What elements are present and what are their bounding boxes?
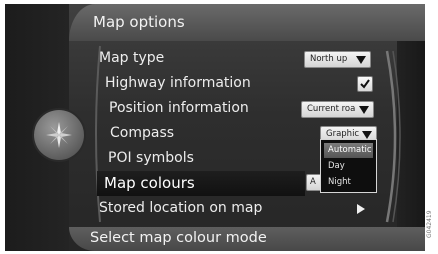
scrollbar[interactable] [383,49,407,224]
triangle-down-icon [359,106,369,114]
dropdown-value: Current roa [307,104,356,114]
menu-item-label: POI symbols [108,150,194,166]
footer-help-text: Select map colour mode [90,230,267,246]
menu-item-label: Map colours [104,174,195,192]
option-day[interactable]: Day [324,159,373,174]
menu-item-map-type[interactable]: Map type North up [91,47,381,71]
menu-item-map-colours[interactable]: Map colours [97,171,305,196]
triangle-down-icon [356,56,366,64]
dropdown-value: Graphic [326,129,360,139]
option-night[interactable]: Night [324,175,373,190]
map-colour-options-list: Automatic Day Night [320,139,377,193]
checkmark-icon [360,79,370,89]
option-label: Day [328,161,345,171]
menu-item-label: Highway information [105,75,251,91]
option-automatic[interactable]: Automatic [324,143,373,158]
dropdown-value: North up [310,54,348,64]
option-label: Automatic [328,145,372,155]
compass-badge [34,110,84,160]
menu-item-label: Compass [110,125,175,141]
dropdown-value: A [310,177,316,187]
menu-item-position-information[interactable]: Position information Current roa [91,97,381,121]
highway-information-checkbox[interactable] [357,76,373,92]
map-type-dropdown[interactable]: North up [304,51,371,68]
page-title: Map options [93,13,185,31]
menu-item-stored-location-on-map[interactable]: Stored location on map [91,197,381,221]
option-label: Night [328,177,351,187]
triangle-down-icon [362,131,372,139]
footer-bar: Select map colour mode [69,227,425,251]
menu-item-label: Position information [109,100,249,116]
header-bar: Map options [69,4,425,41]
image-code: G042419 [426,210,433,238]
menu-item-poi-symbols[interactable]: POI symbols [91,147,311,171]
arrow-right-icon [357,204,365,214]
menu-item-highway-information[interactable]: Highway information [91,72,381,96]
menu-item-label: Map type [99,50,165,66]
compass-rose-icon [46,122,72,148]
position-information-dropdown[interactable]: Current roa [301,101,374,118]
display-screen: Map options Map type North up Highway in… [5,4,425,251]
menu-item-label: Stored location on map [99,200,263,216]
